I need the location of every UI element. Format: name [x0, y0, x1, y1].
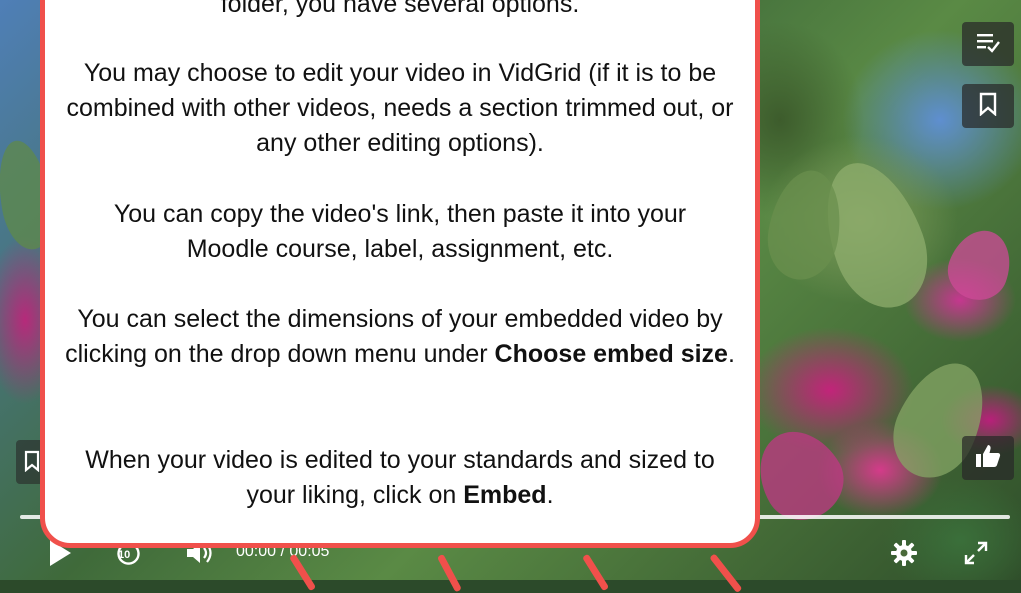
thumbs-up-icon [974, 443, 1002, 474]
callout-dimensions-end: . [727, 340, 735, 368]
bookmark-icon [24, 450, 40, 477]
bookmark-button[interactable] [962, 84, 1014, 128]
playlist-check-icon [975, 31, 1001, 58]
leaf-decoration [939, 221, 1021, 309]
like-button[interactable] [962, 436, 1014, 480]
gear-icon [890, 539, 918, 572]
callout-embed-end: . [546, 481, 554, 509]
callout-paragraph-dimensions: You can select the dimensions of your em… [60, 302, 740, 372]
add-to-queue-button[interactable] [962, 22, 1014, 66]
fullscreen-icon [963, 540, 989, 571]
bookmark-icon [978, 92, 998, 121]
callout-embed-text: When your video is edited to your standa… [85, 446, 715, 509]
callout-choose-embed-size: Choose embed size [494, 340, 728, 368]
callout-paragraph-copy-link: You can copy the video's link, then past… [113, 200, 687, 263]
callout-paragraph-embed: When your video is edited to your standa… [70, 443, 730, 513]
callout-embed-bold: Embed [463, 481, 547, 509]
callout-paragraph-edit: You may choose to edit your video in Vid… [66, 59, 734, 157]
fullscreen-button[interactable] [956, 535, 996, 575]
settings-button[interactable] [884, 535, 924, 575]
callout-line-1: folder, you have several options. [220, 0, 580, 18]
replay-seconds-label: 10 [118, 549, 131, 561]
